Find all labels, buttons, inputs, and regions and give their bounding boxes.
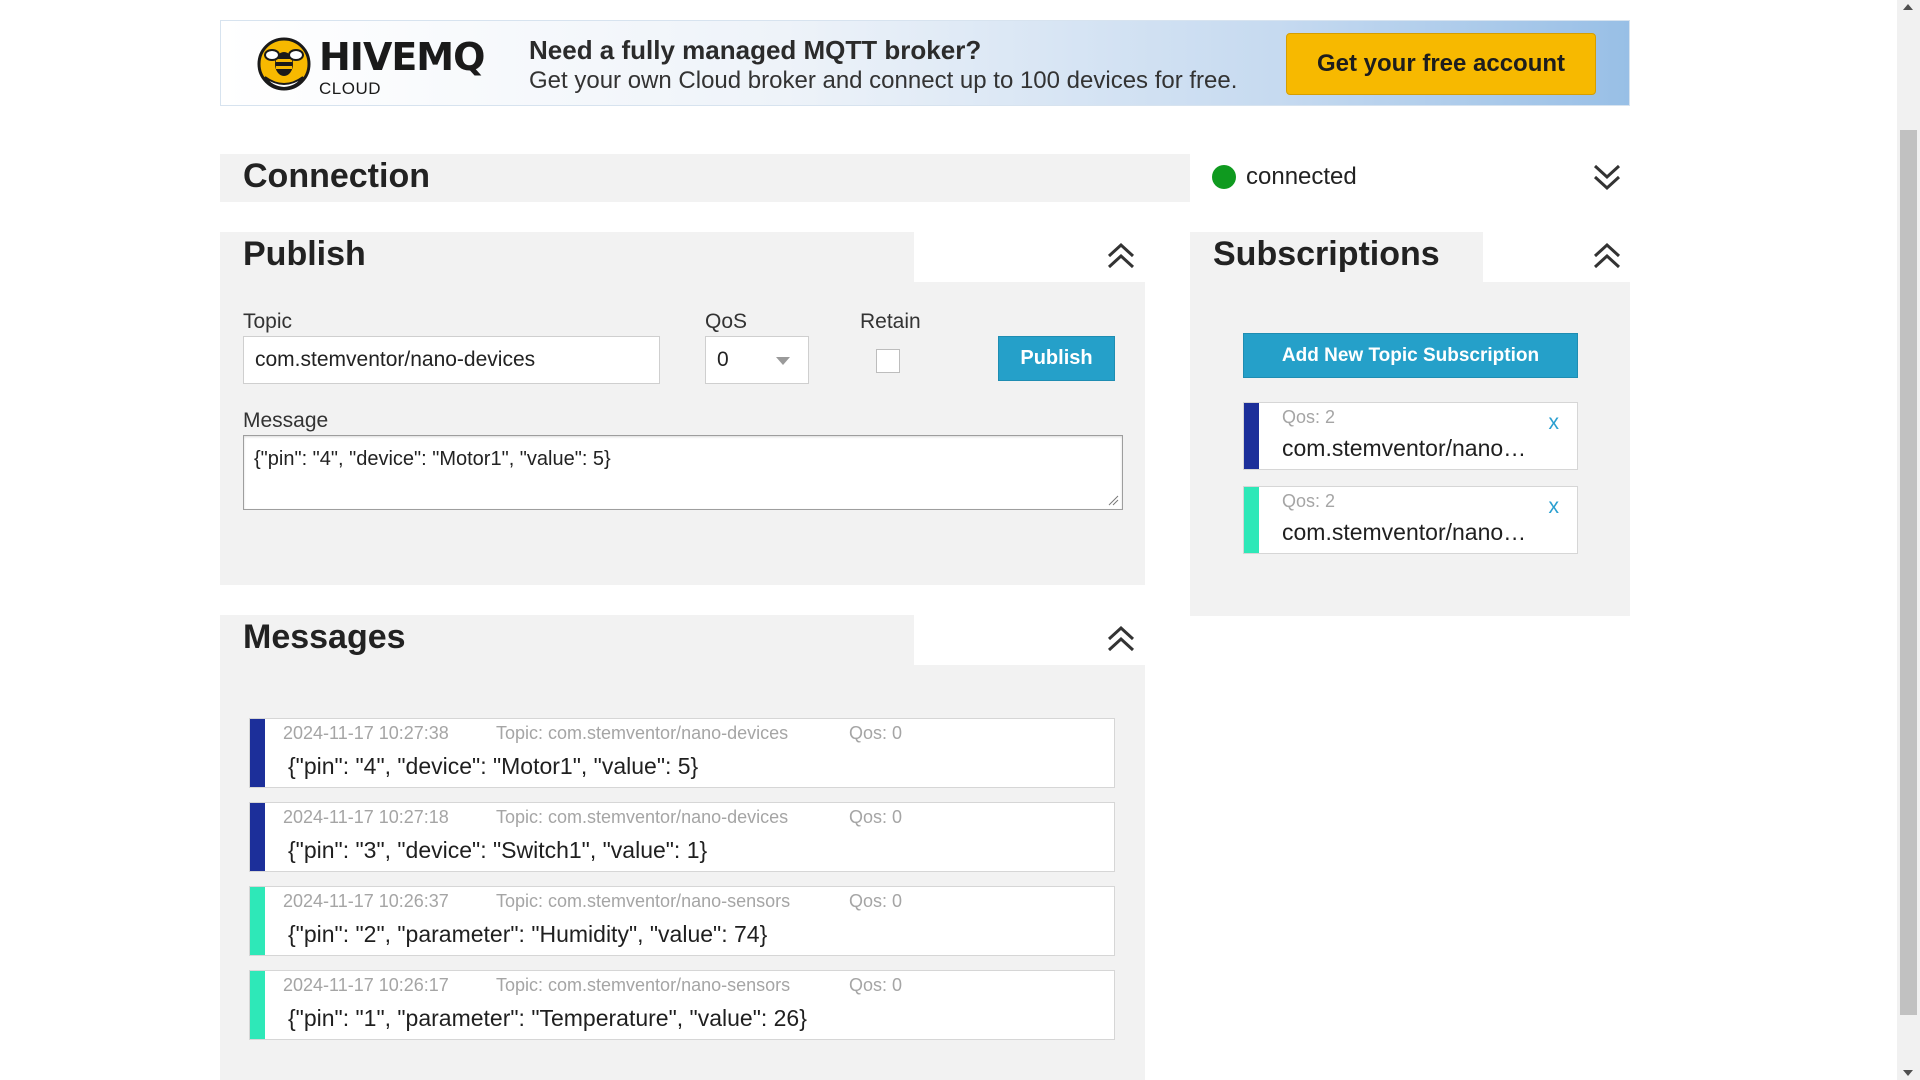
publish-panel [220, 282, 1145, 585]
banner-headline: Need a fully managed MQTT broker? [529, 35, 982, 65]
publish-title: Publish [243, 235, 366, 273]
scroll-down-icon[interactable] [1903, 1070, 1913, 1076]
connection-expand-icon[interactable] [1590, 160, 1624, 194]
message-timestamp: 2024-11-17 10:27:38 [283, 723, 449, 743]
message-item[interactable]: 2024-11-17 10:27:18 Topic: com.stemvento… [249, 802, 1115, 872]
subscription-qos: Qos: 2 [1282, 491, 1336, 511]
message-color-bar [250, 971, 265, 1039]
publish-collapse-icon[interactable] [1104, 239, 1138, 273]
subscriptions-title: Subscriptions [1213, 235, 1440, 273]
connection-status: connected [1246, 163, 1357, 190]
retain-checkbox[interactable] [876, 349, 900, 373]
message-color-bar [250, 803, 265, 871]
get-free-account-button[interactable]: Get your free account [1286, 33, 1596, 95]
messages-collapse-icon[interactable] [1104, 622, 1138, 656]
message-payload: {"pin": "1", "parameter": "Temperature",… [288, 1005, 807, 1031]
subscription-topic: com.stemventor/nano-sensors [1282, 519, 1532, 545]
qos-label: QoS [705, 310, 748, 333]
message-topic: Topic: com.stemventor/nano-sensors [496, 975, 791, 995]
message-qos: Qos: 0 [849, 807, 903, 827]
subscription-topic: com.stemventor/nano-devices [1282, 435, 1532, 461]
logo-wordmark: HIVEMQ [319, 35, 485, 79]
subscription-qos: Qos: 2 [1282, 407, 1336, 427]
subscriptions-collapse-icon[interactable] [1590, 239, 1624, 273]
bee-icon [257, 37, 311, 91]
logo-subtitle: CLOUD [319, 79, 382, 98]
subscription-color-bar [1244, 403, 1259, 469]
message-qos: Qos: 0 [849, 723, 903, 743]
message-payload: {"pin": "2", "parameter": "Humidity", "v… [288, 921, 768, 947]
message-qos: Qos: 0 [849, 891, 903, 911]
message-color-bar [250, 887, 265, 955]
connection-title: Connection [243, 157, 430, 195]
subscription-item[interactable]: Qos: 2 com.stemventor/nano-sensors x [1243, 486, 1578, 554]
message-qos: Qos: 0 [849, 975, 903, 995]
message-label: Message [243, 409, 329, 432]
qos-select[interactable]: 0 [705, 336, 809, 384]
chevron-down-icon [776, 357, 790, 365]
banner-subline: Get your own Cloud broker and connect up… [529, 67, 1238, 94]
message-topic: Topic: com.stemventor/nano-devices [496, 723, 789, 743]
subscription-color-bar [1244, 487, 1259, 553]
message-timestamp: 2024-11-17 10:27:18 [283, 807, 449, 827]
close-icon[interactable]: x [1549, 411, 1560, 435]
publish-topic-input[interactable]: com.stemventor/nano-devices [243, 336, 660, 384]
close-icon[interactable]: x [1549, 495, 1560, 519]
retain-label: Retain [860, 310, 921, 333]
subscription-item[interactable]: Qos: 2 com.stemventor/nano-devices x [1243, 402, 1578, 470]
message-item[interactable]: 2024-11-17 10:27:38 Topic: com.stemvento… [249, 718, 1115, 788]
scroll-up-icon[interactable] [1903, 4, 1913, 10]
add-subscription-button[interactable]: Add New Topic Subscription [1243, 333, 1578, 378]
hivemq-logo[interactable]: HIVEMQ CLOUD [257, 35, 487, 98]
message-topic: Topic: com.stemventor/nano-sensors [496, 891, 791, 911]
messages-title: Messages [243, 618, 406, 656]
qos-select-value: 0 [717, 348, 729, 371]
page-scrollbar[interactable] [1897, 0, 1920, 1080]
message-payload: {"pin": "3", "device": "Switch1", "value… [288, 837, 708, 863]
topic-label: Topic [243, 310, 293, 333]
message-text: {"pin": "4", "device": "Motor1", "value"… [254, 448, 611, 470]
connection-status-icon [1212, 165, 1236, 189]
message-payload: {"pin": "4", "device": "Motor1", "value"… [288, 753, 699, 779]
message-topic: Topic: com.stemventor/nano-devices [496, 807, 789, 827]
message-timestamp: 2024-11-17 10:26:17 [283, 975, 449, 995]
message-item[interactable]: 2024-11-17 10:26:37 Topic: com.stemvento… [249, 886, 1115, 956]
promo-banner: HIVEMQ CLOUD Need a fully managed MQTT b… [220, 20, 1630, 106]
message-item[interactable]: 2024-11-17 10:26:17 Topic: com.stemvento… [249, 970, 1115, 1040]
publish-message-input[interactable]: {"pin": "4", "device": "Motor1", "value"… [243, 435, 1123, 510]
resize-handle-icon[interactable] [1107, 494, 1119, 506]
message-timestamp: 2024-11-17 10:26:37 [283, 891, 449, 911]
message-color-bar [250, 719, 265, 787]
scrollbar-thumb[interactable] [1900, 130, 1917, 1015]
publish-button[interactable]: Publish [998, 336, 1115, 381]
